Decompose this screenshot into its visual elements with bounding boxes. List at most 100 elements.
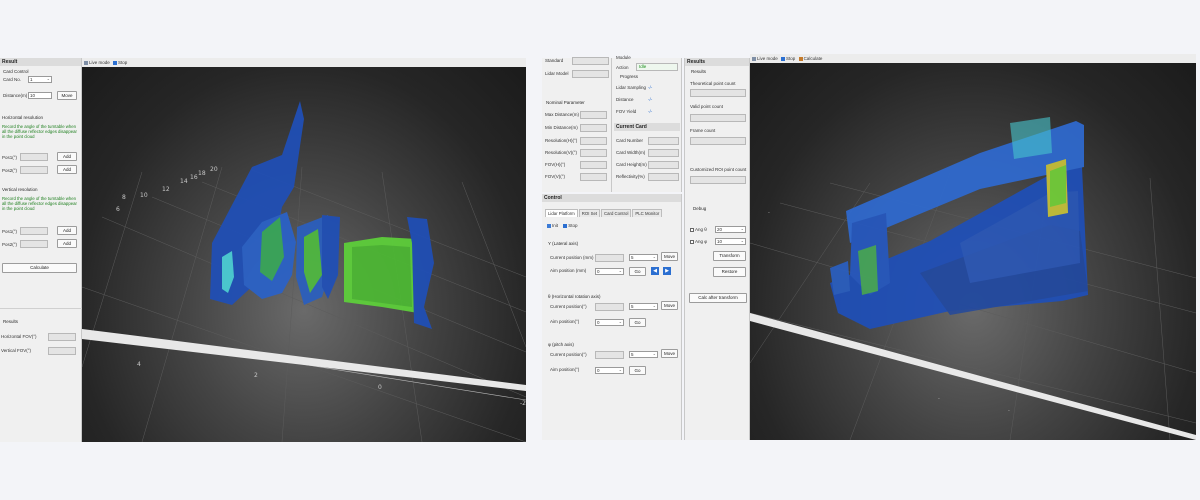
progress-group: Progress (620, 74, 639, 79)
stop-icon[interactable] (113, 60, 118, 65)
tick-6: 6 (116, 206, 120, 213)
y-current-label: Current position (mm) (550, 255, 594, 260)
live-mode-icon[interactable] (752, 56, 756, 61)
y-go-button[interactable]: Go (629, 267, 646, 276)
h-pos2-add-button[interactable]: Add (57, 165, 77, 174)
right-viewer-toolbar: Live mode Stop Calculate (750, 54, 1196, 63)
distance-label: Distance(m) (3, 93, 28, 98)
lidar-sampling-value: -/- (648, 85, 653, 90)
h-pos1-add-button[interactable]: Add (57, 152, 77, 161)
stop-label[interactable]: Stop (786, 56, 795, 61)
tab-card-control[interactable]: Card Control (601, 209, 632, 217)
stop-icon[interactable] (563, 223, 568, 228)
phi-axis-group: φ (pitch axis) (548, 342, 574, 347)
card-height-label: Card Height(m) (616, 162, 647, 167)
min-distance-label: Min Distance(m) (545, 125, 578, 130)
theta-go-button[interactable]: Go (629, 318, 646, 327)
vertical-hint: Record the angle of the turntable when a… (2, 196, 77, 211)
phi-step-select[interactable]: 5 (629, 351, 658, 358)
stop-label[interactable]: Stop (118, 60, 127, 65)
calculate-icon[interactable] (798, 56, 803, 61)
results-group: Results (3, 319, 19, 324)
resolution-v-label: Resolution(V)(°) (545, 150, 578, 155)
transform-button[interactable]: Transform (713, 251, 746, 261)
v-pos1-label: Pos1(°) (2, 229, 18, 234)
ang-phi-select[interactable]: 10 (715, 238, 746, 245)
tab-plc-monitor[interactable]: PLC Monitor (632, 209, 663, 217)
theta-step-select[interactable]: 5 (629, 303, 658, 310)
r-tick-b: · (938, 396, 940, 403)
ang-phi-text: Ang φ (695, 239, 708, 244)
action-field: Idle (636, 63, 678, 71)
phi-aim-select[interactable]: 0 (595, 367, 624, 374)
phi-move-button[interactable]: Move (661, 349, 678, 358)
init-icon[interactable] (547, 223, 551, 228)
y-left-arrow-icon[interactable]: ◀ (651, 267, 659, 275)
right-point-cloud-viewer[interactable]: · · · (750, 63, 1196, 440)
customized-roi-field (690, 176, 746, 184)
live-mode-label[interactable]: Live mode (757, 56, 778, 61)
v-pos2-field (20, 240, 48, 248)
tab-lidar-platform[interactable]: Lidar Platform (545, 209, 578, 217)
distance-status-label: Distance (616, 97, 634, 102)
tick-0: 0 (378, 384, 382, 391)
calculate-button[interactable]: Calculate (2, 263, 77, 273)
left-point-cloud-viewer[interactable]: -2 0 2 4 6 8 10 12 14 16 18 20 (82, 67, 526, 442)
theta-move-button[interactable]: Move (661, 301, 678, 310)
v-pos2-add-button[interactable]: Add (57, 239, 77, 248)
tick-4: 4 (137, 361, 141, 368)
left-point-cloud (210, 101, 434, 329)
stop-icon[interactable] (781, 56, 786, 61)
action-label: Action (616, 65, 629, 70)
frame-count-label: Frame count (690, 128, 716, 133)
theta-aim-select[interactable]: 0 (595, 319, 624, 326)
live-mode-label[interactable]: Live mode (89, 60, 110, 65)
tick-14: 14 (180, 178, 188, 185)
h-pos2-label: Pos2(°) (2, 168, 18, 173)
right-control-panel: Control Lidar Platform ROI Set Card Contro… (542, 194, 682, 440)
fov-yield-value: -/- (648, 109, 653, 114)
tab-roi-set[interactable]: ROI Set (578, 209, 601, 217)
theta-current-label: Current position(°) (550, 304, 587, 309)
phi-go-button[interactable]: Go (629, 366, 646, 375)
distance-input[interactable]: 10 (28, 92, 52, 99)
card-move-button[interactable]: Move (57, 91, 77, 100)
right-module-panel: Module Action Idle Progress Lidar Sampli… (612, 55, 682, 192)
action-value: Idle (639, 64, 647, 69)
phi-aim-label: Aim position(°) (550, 367, 580, 372)
h-pos1-field (20, 153, 48, 161)
max-distance-label: Max Distance(m) (545, 112, 580, 117)
card-number-label: Card Number (616, 138, 644, 143)
y-move-button[interactable]: Move (661, 252, 678, 261)
stop-label[interactable]: Stop (568, 223, 577, 228)
calculate-label[interactable]: Calculate (804, 56, 823, 61)
calc-after-transform-button[interactable]: Calc after transform (689, 293, 747, 303)
init-label[interactable]: Init (552, 223, 558, 228)
y-aim-select[interactable]: 0 (595, 268, 624, 275)
tick-neg2: -2 (520, 400, 526, 407)
v-pos1-field (20, 227, 48, 235)
card-height-field (648, 161, 679, 169)
reflectivity-field (648, 173, 679, 181)
left-scene: -2 0 2 4 6 8 10 12 14 16 18 20 (82, 101, 526, 442)
debug-group: Debug (693, 206, 707, 211)
result-header: Result (0, 58, 81, 66)
ang-theta-select[interactable]: 20 (715, 226, 746, 233)
ang-phi-checkbox[interactable] (690, 239, 694, 244)
y-right-arrow-icon[interactable]: ▶ (663, 267, 671, 275)
init-stop-row: Init Stop (545, 223, 578, 228)
restore-button[interactable]: Restore (713, 267, 746, 277)
lidar-model-label: Lidar Model (545, 71, 569, 76)
card-no-select[interactable]: 1 (28, 76, 52, 83)
module-label: Module (616, 55, 631, 60)
v-pos2-label: Pos2(°) (2, 242, 18, 247)
tick-20: 20 (210, 166, 218, 173)
live-mode-icon[interactable] (84, 60, 88, 65)
theta-aim-label: Aim position(°) (550, 319, 580, 324)
ang-theta-checkbox[interactable] (690, 227, 694, 232)
h-pos2-field (20, 166, 48, 174)
y-step-select[interactable]: 5 (629, 254, 658, 261)
lidar-sampling-label: Lidar Sampling (616, 85, 647, 90)
v-pos1-add-button[interactable]: Add (57, 226, 77, 235)
r-tick-a: · (768, 210, 770, 217)
